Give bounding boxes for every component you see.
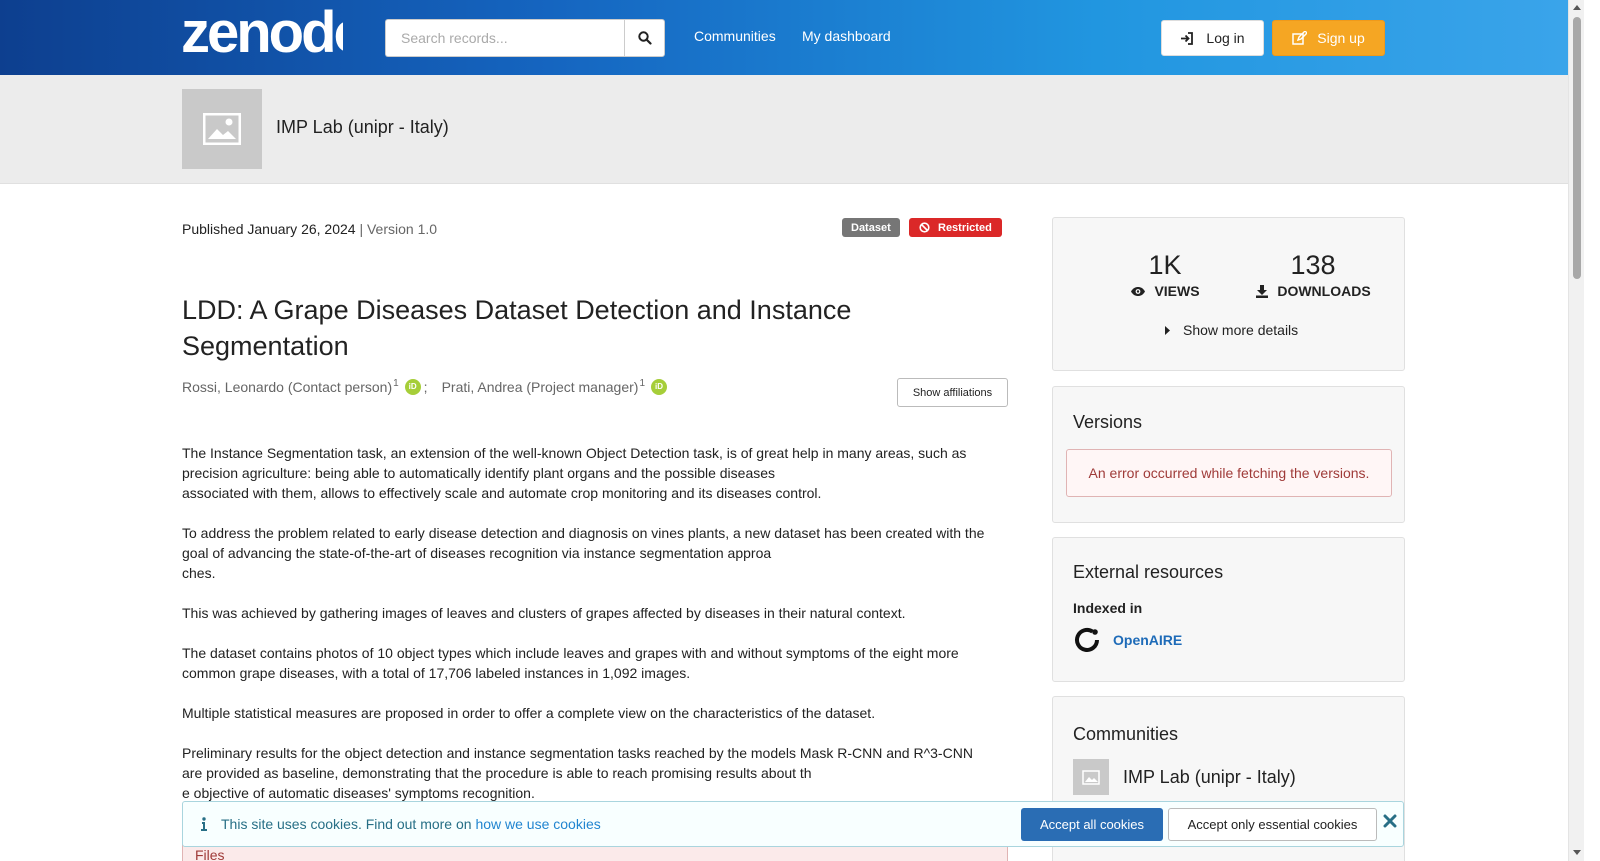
resource-type-badge: Dataset: [842, 218, 900, 237]
image-placeholder-icon: [203, 113, 241, 145]
login-label: Log in: [1206, 30, 1245, 46]
orcid-icon[interactable]: iD: [404, 379, 421, 395]
affiliation-number: 1: [639, 377, 645, 389]
files-label: Files: [195, 847, 225, 861]
cookie-message: This site uses cookies. Find out more on…: [201, 816, 601, 832]
show-affiliations-button[interactable]: Show affiliations: [897, 378, 1008, 407]
indexed-in-label: Indexed in: [1073, 600, 1143, 616]
community-item[interactable]: IMP Lab (unipr - Italy): [1073, 759, 1296, 795]
downloads-label: DOWNLOADS: [1277, 283, 1371, 299]
description-paragraph: To address the problem related to early …: [182, 525, 985, 581]
record-title: LDD: A Grape Diseases Dataset Detection …: [182, 295, 852, 361]
publication-date: Published January 26, 2024: [182, 221, 356, 237]
communities-title: Communities: [1073, 724, 1179, 744]
community-thumbnail: [1073, 759, 1109, 795]
show-more-details-toggle[interactable]: Show more details: [1165, 322, 1298, 338]
openaire-link[interactable]: OpenAIRE: [1113, 632, 1182, 648]
login-button[interactable]: Log in: [1161, 20, 1264, 56]
download-icon: [1256, 285, 1269, 298]
downloads-stat: 138 DOWNLOADS: [1243, 250, 1383, 299]
cookie-text: This site uses cookies. Find out more on: [221, 816, 472, 832]
author-separator: ;: [423, 379, 428, 395]
top-navbar: zenodo Communities My dashboard Log in S…: [0, 0, 1568, 75]
external-resources-panel: External resources Indexed in OpenAIRE: [1052, 537, 1405, 682]
versions-panel: Versions An error occurred while fetchin…: [1052, 386, 1405, 523]
versions-title: Versions: [1073, 412, 1143, 432]
author-name[interactable]: Prati, Andrea (Project manager): [442, 379, 639, 395]
access-badge-label: Restricted: [938, 221, 992, 234]
external-resources-title: External resources: [1073, 562, 1224, 582]
zenodo-logo[interactable]: zenodo: [181, 6, 343, 62]
description-paragraph: This was achieved by gathering images of…: [182, 605, 906, 621]
cookie-banner: This site uses cookies. Find out more on…: [182, 801, 1404, 847]
author-list: Rossi, Leonardo (Contact person) 1 iD ; P…: [182, 377, 667, 395]
views-count: 1K: [1148, 250, 1182, 280]
community-header: IMP Lab (unipr - Italy): [0, 75, 1568, 184]
search-button[interactable]: [624, 19, 665, 57]
close-icon[interactable]: [1383, 814, 1397, 828]
page-scrollbar[interactable]: [1568, 0, 1584, 861]
views-label-row: VIEWS: [1115, 283, 1215, 299]
description-paragraph: The Instance Segmentation task, an exten…: [182, 445, 967, 501]
search-icon: [637, 31, 652, 45]
signup-label: Sign up: [1317, 30, 1365, 46]
info-icon: [201, 817, 207, 831]
community-name: IMP Lab (unipr - Italy): [1123, 766, 1296, 787]
record-description: The Instance Segmentation task, an exten…: [182, 443, 992, 823]
downloads-count: 138: [1290, 250, 1336, 280]
version-label: | Version 1.0: [359, 221, 438, 237]
versions-error-message: An error occurred while fetching the ver…: [1066, 449, 1392, 497]
views-stat: 1K VIEWS: [1115, 250, 1215, 299]
caret-right-icon: [1165, 325, 1170, 335]
author-name[interactable]: Rossi, Leonardo (Contact person): [182, 379, 392, 395]
scroll-up-arrow-icon[interactable]: [1573, 5, 1581, 10]
access-badge: Restricted: [909, 218, 1002, 237]
ban-icon: [919, 222, 930, 233]
search-bar: [385, 19, 665, 57]
stats-panel: 1K VIEWS 138 DOWNLOADS Show more details: [1052, 217, 1405, 371]
description-paragraph: The dataset contains photos of 10 object…: [182, 645, 959, 681]
accept-essential-cookies-button[interactable]: Accept only essential cookies: [1168, 808, 1377, 841]
nav-communities[interactable]: Communities: [694, 28, 776, 44]
scroll-down-arrow-icon[interactable]: [1573, 850, 1581, 855]
views-label: VIEWS: [1154, 283, 1200, 299]
description-paragraph: Multiple statistical measures are propos…: [182, 705, 876, 721]
community-title[interactable]: IMP Lab (unipr - Italy): [276, 117, 449, 138]
image-placeholder-icon: [1082, 769, 1100, 785]
accept-all-cookies-button[interactable]: Accept all cookies: [1021, 808, 1163, 841]
orcid-icon[interactable]: iD: [651, 379, 667, 395]
downloads-label-row: DOWNLOADS: [1243, 283, 1383, 299]
cookie-policy-link[interactable]: how we use cookies: [475, 816, 600, 832]
show-more-details-label: Show more details: [1183, 322, 1299, 338]
description-paragraph: Preliminary results for the object detec…: [182, 745, 973, 801]
search-input[interactable]: [385, 19, 625, 57]
community-logo[interactable]: [182, 89, 262, 169]
scrollbar-thumb[interactable]: [1573, 17, 1581, 279]
openaire-link-row: OpenAIRE: [1073, 626, 1182, 654]
sign-in-icon: [1181, 31, 1194, 45]
openaire-logo-icon: [1075, 627, 1099, 652]
svg-text:zenodo: zenodo: [181, 6, 343, 62]
eye-icon: [1131, 286, 1146, 296]
edit-icon: [1292, 31, 1308, 45]
publication-info: Published January 26, 2024 | Version 1.0: [182, 221, 437, 237]
signup-button[interactable]: Sign up: [1272, 20, 1385, 56]
nav-my-dashboard[interactable]: My dashboard: [802, 28, 891, 44]
affiliation-number: 1: [393, 377, 399, 389]
